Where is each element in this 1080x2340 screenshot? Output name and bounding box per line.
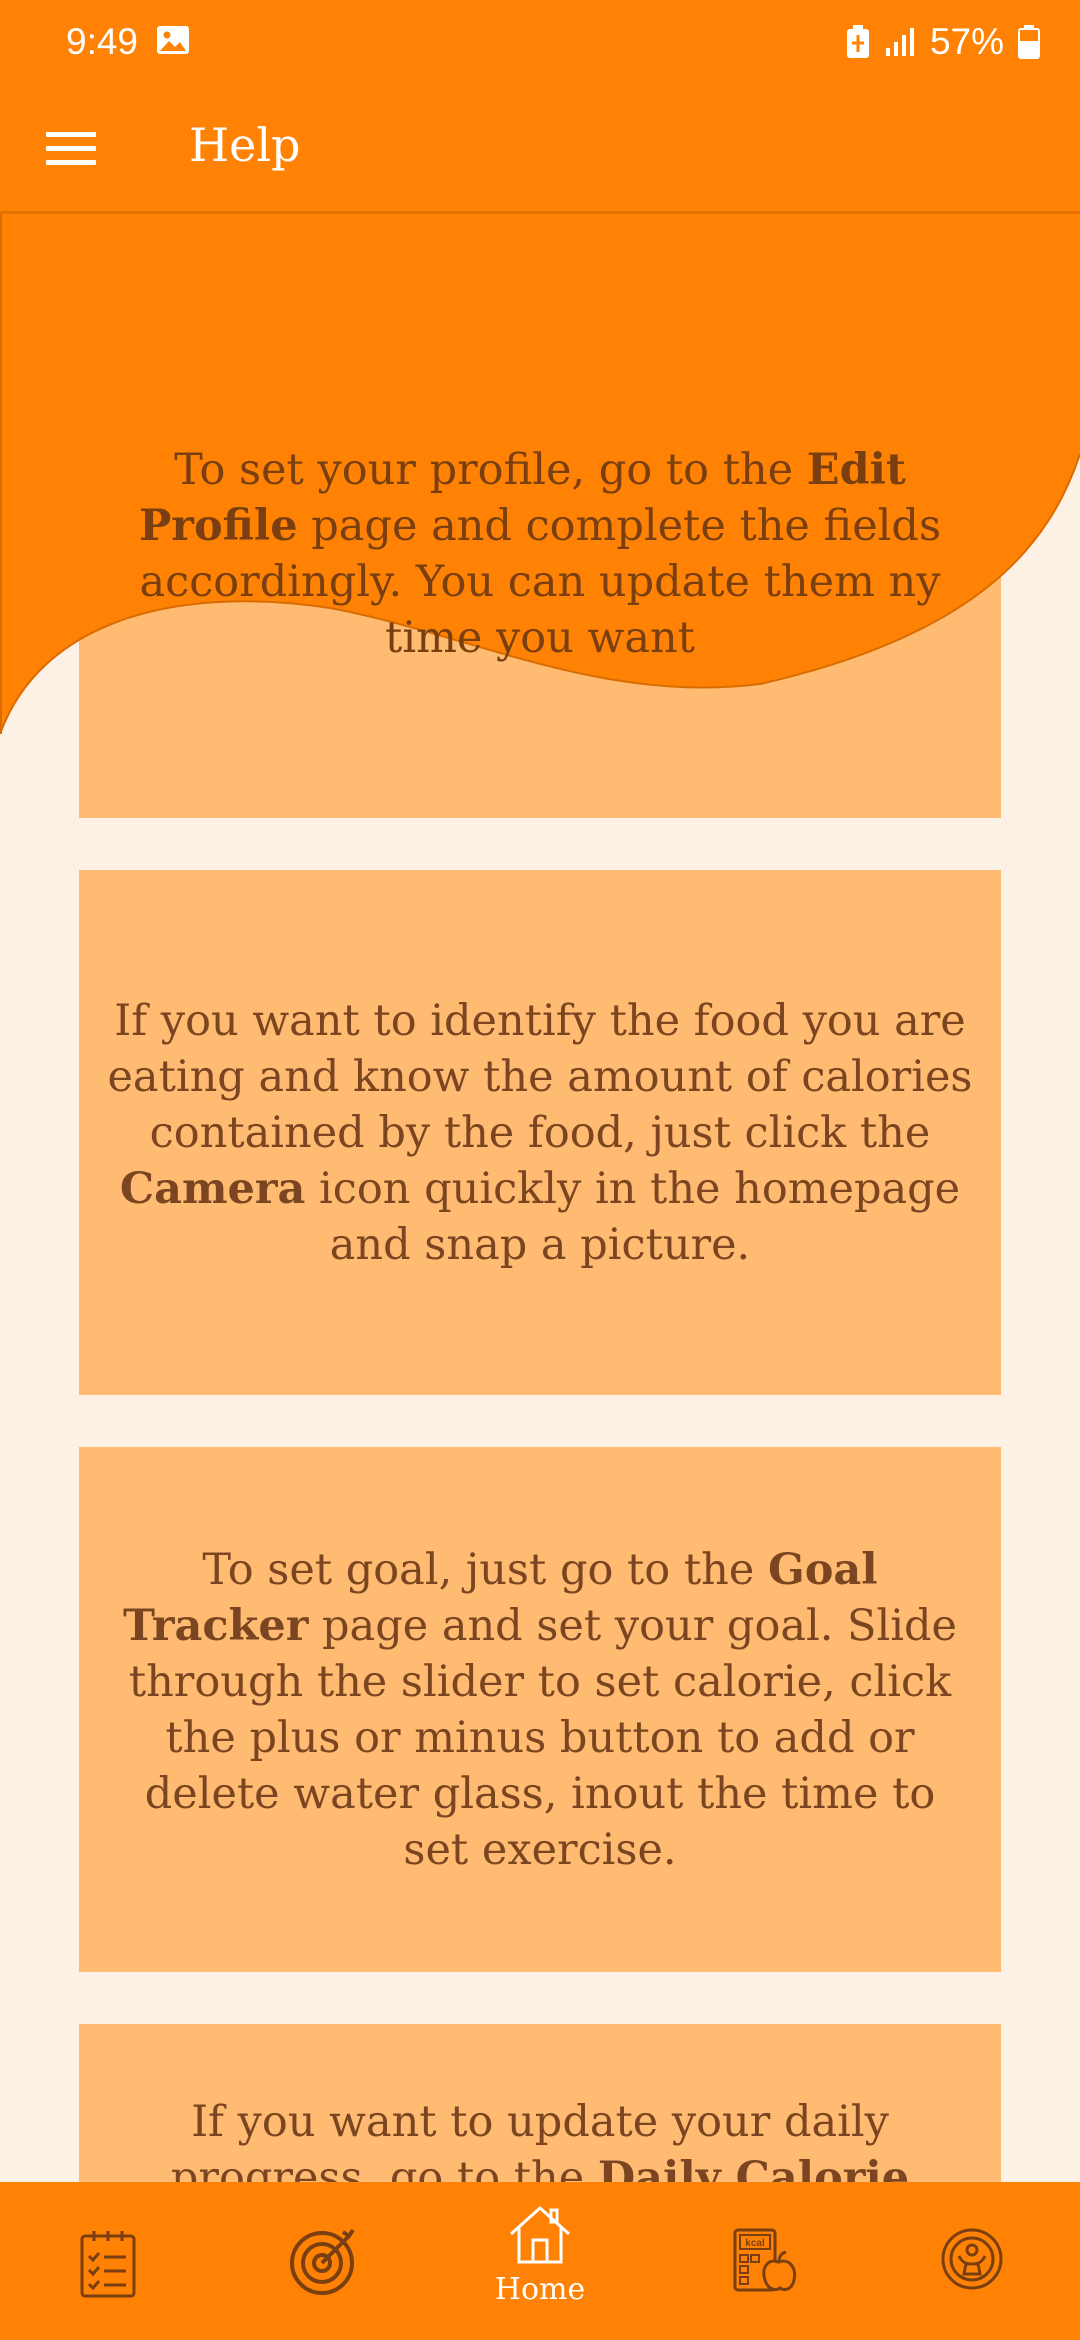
bottom-nav: Home kcal (0, 2182, 1080, 2340)
help-text-segment: To set goal, just go to the (202, 1544, 768, 1595)
help-card-goal: To set goal, just go to the Goal Tracker… (79, 1447, 1001, 1972)
page-title: Help (189, 118, 301, 172)
nav-item-goal[interactable] (284, 2182, 364, 2340)
help-text-profile: To set your profile, go to the Edit Prof… (100, 442, 980, 666)
hamburger-menu-icon[interactable] (46, 126, 98, 170)
nav-item-home[interactable]: Home (490, 2182, 590, 2340)
help-text-camera: If you want to identify the food you are… (107, 993, 973, 1273)
signal-icon (885, 28, 914, 56)
nav-item-checklist[interactable] (66, 2182, 150, 2340)
help-text-segment: To set your profile, go to the (174, 445, 807, 495)
nav-item-wellness[interactable] (932, 2182, 1012, 2340)
battery-percent: 57% (929, 21, 1004, 62)
nav-item-calorie[interactable]: kcal (722, 2182, 806, 2340)
home-icon (509, 2205, 571, 2264)
battery-icon (1018, 25, 1040, 59)
status-right: 57% (846, 21, 1040, 63)
svg-text:kcal: kcal (745, 2238, 765, 2249)
wellness-person-icon (941, 2228, 1003, 2290)
help-card-camera: If you want to identify the food you are… (79, 870, 1001, 1395)
help-text-goal: To set goal, just go to the Goal Tracker… (107, 1542, 973, 1878)
help-text-segment: If you want to identify the food you are… (107, 995, 973, 1158)
app-bar: Help (0, 86, 1080, 214)
checklist-icon (80, 2231, 136, 2298)
kcal-calculator-icon: kcal (733, 2228, 797, 2292)
target-icon (290, 2228, 355, 2295)
status-time: 9:49 (66, 21, 139, 62)
help-bold-link-text: Camera (119, 1163, 306, 1214)
help-text-segment: icon quickly in the homepage and snap a … (305, 1163, 961, 1270)
image-icon (157, 26, 189, 54)
battery-saver-icon (846, 25, 869, 58)
nav-label-home: Home (494, 2272, 586, 2307)
status-bar: 9:49 57% (0, 0, 1080, 86)
